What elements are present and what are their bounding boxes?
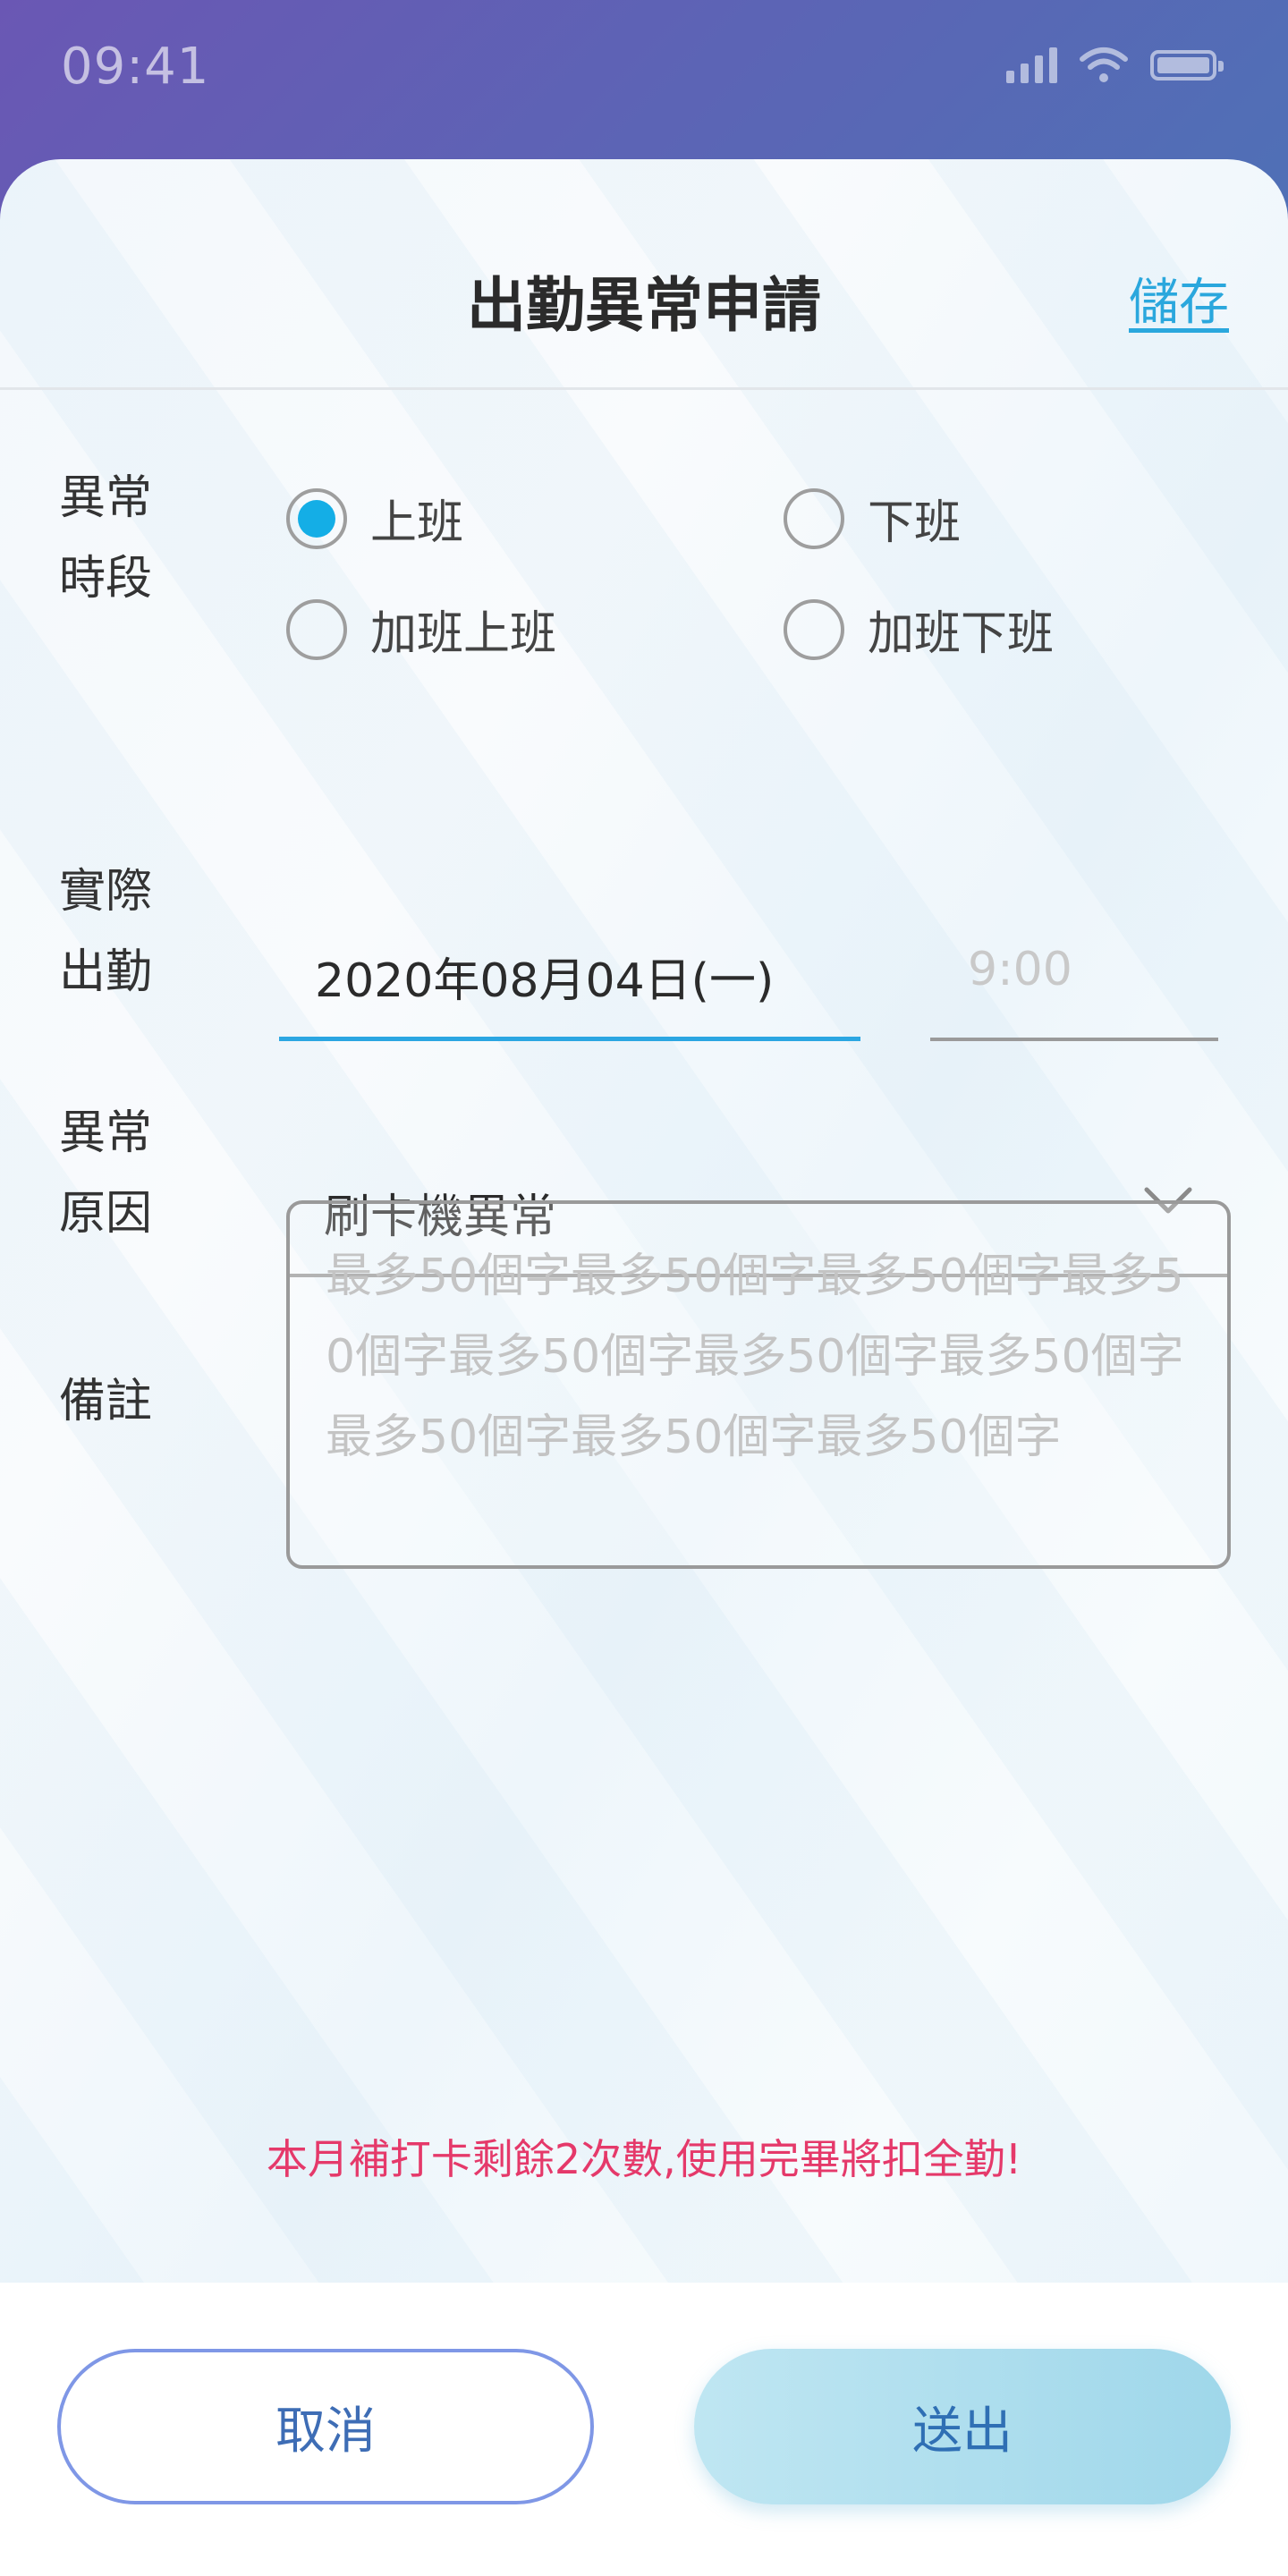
period-label: 異常 時段: [59, 458, 166, 619]
radio-clock-out[interactable]: 下班: [784, 485, 961, 552]
warning-message: 本月補打卡剩餘2次數,使用完畢將扣全勤!: [266, 2135, 1022, 2183]
status-time: 09:41: [61, 38, 210, 96]
radio-overtime-in[interactable]: 加班上班: [286, 596, 556, 663]
reason-label: 異常 原因: [59, 1093, 166, 1254]
date-input[interactable]: 2020年08月04日(一): [279, 884, 860, 1041]
battery-icon: [1150, 50, 1224, 80]
radio-unchecked-icon: [784, 487, 844, 549]
cancel-button[interactable]: 取消: [57, 2349, 594, 2504]
time-input[interactable]: 9:00: [930, 884, 1218, 1041]
status-bar: 09:41: [0, 0, 1288, 157]
radio-clock-in-label: 上班: [370, 496, 464, 550]
radio-checked-icon: [286, 487, 347, 549]
header: 出勤異常申請 儲存: [0, 159, 1288, 390]
radio-overtime-out[interactable]: 加班下班: [784, 596, 1054, 663]
save-button[interactable]: 儲存: [1129, 262, 1229, 335]
note-label: 備註: [59, 1375, 153, 1428]
reason-label-line2: 原因: [59, 1187, 153, 1241]
radio-unchecked-icon: [784, 598, 844, 660]
status-icons: [1006, 47, 1224, 84]
actual-label-line1: 實際: [59, 865, 153, 919]
radio-overtime-out-label: 加班下班: [868, 607, 1055, 661]
radio-overtime-in-label: 加班上班: [370, 607, 557, 661]
radio-unchecked-icon: [286, 598, 347, 660]
signal-icon: [1006, 47, 1057, 83]
radio-clock-out-label: 下班: [868, 496, 962, 550]
period-label-line1: 異常: [59, 471, 153, 525]
period-label-line2: 時段: [59, 552, 153, 606]
form-sheet: 出勤異常申請 儲存 異常 時段 上班 下班 加班上班 加班下班 實際 出勤 20…: [0, 159, 1288, 2576]
page-title: 出勤異常申請: [467, 271, 821, 340]
actual-label-line2: 出勤: [59, 945, 153, 999]
submit-button[interactable]: 送出: [694, 2349, 1231, 2504]
wifi-icon: [1080, 47, 1128, 82]
actual-label: 實際 出勤: [59, 852, 166, 1013]
reason-label-line1: 異常: [59, 1106, 153, 1160]
note-textarea[interactable]: 最多50個字最多50個字最多50個字最多50個字最多50個字最多50個字最多50…: [286, 1200, 1231, 1569]
radio-clock-in[interactable]: 上班: [286, 485, 463, 552]
